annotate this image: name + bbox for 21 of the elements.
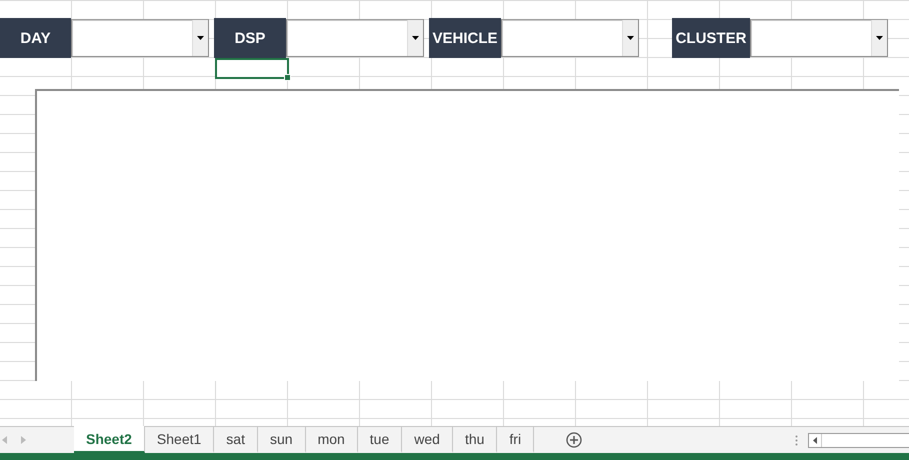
splitter-icon[interactable] bbox=[795, 434, 798, 446]
next-icon[interactable] bbox=[21, 436, 26, 444]
selected-cell[interactable] bbox=[215, 58, 289, 79]
previous-icon[interactable] bbox=[2, 436, 7, 444]
dropdown-field[interactable] bbox=[501, 19, 639, 57]
spreadsheet-grid[interactable]: DAY DSP VEHICLE CLUSTER bbox=[0, 0, 909, 426]
dropdown-field[interactable] bbox=[750, 19, 888, 57]
filter-label: VEHICLE bbox=[429, 18, 501, 58]
dropdown-field[interactable] bbox=[286, 19, 424, 57]
filter-label: CLUSTER bbox=[672, 18, 750, 58]
filter-label: DAY bbox=[0, 18, 71, 58]
add-icon[interactable] bbox=[566, 432, 582, 448]
caret-icon bbox=[627, 36, 634, 40]
caret-icon bbox=[412, 36, 419, 40]
caret-icon bbox=[197, 36, 204, 40]
filter-label: DSP bbox=[214, 18, 286, 58]
scroll-left-icon[interactable] bbox=[813, 436, 817, 444]
horizontal-scrollbar[interactable] bbox=[808, 432, 909, 448]
sheet-tab[interactable]: Sheet2 bbox=[74, 426, 145, 453]
caret-icon bbox=[876, 36, 883, 40]
dropdown-field[interactable] bbox=[71, 19, 209, 57]
